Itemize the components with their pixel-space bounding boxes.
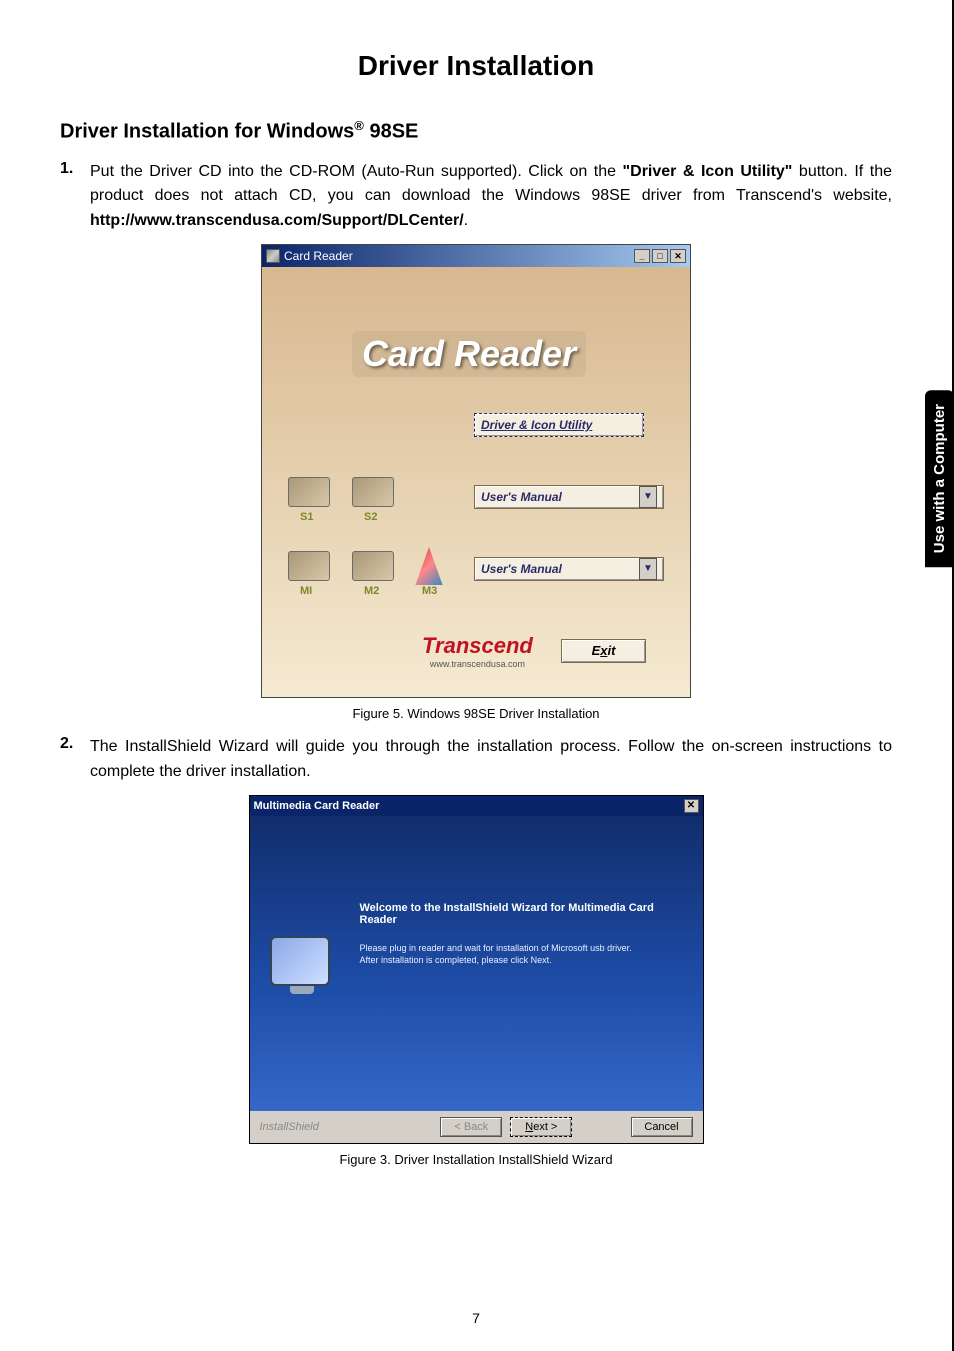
is-body: Welcome to the InstallShield Wizard for … — [250, 816, 703, 1111]
manual-dropdown-1[interactable]: User's Manual ▼ — [474, 485, 664, 509]
manual-2-label: User's Manual — [481, 562, 562, 576]
figure-2-caption: Figure 3. Driver Installation InstallShi… — [60, 1152, 892, 1167]
installshield-window: Multimedia Card Reader ✕ Welcome to the … — [249, 795, 704, 1144]
minimize-button[interactable]: _ — [634, 249, 650, 263]
is-msg-2: After installation is completed, please … — [360, 954, 683, 966]
subtitle-prefix: Driver Installation for Windows — [60, 121, 354, 143]
is-titlebar: Multimedia Card Reader ✕ — [250, 796, 703, 816]
transcend-brand: Transcend www.transcendusa.com — [422, 633, 533, 669]
brand-name: Transcend — [422, 633, 533, 659]
next-rest: ext > — [533, 1121, 557, 1133]
exit-prefix: E — [592, 643, 601, 658]
dropdown-arrow-icon[interactable]: ▼ — [639, 558, 657, 580]
step-1-url: http://www.transcendusa.com/Support/DLCe… — [90, 212, 464, 229]
page-title: Driver Installation — [60, 50, 892, 82]
manual-1-label: User's Manual — [481, 490, 562, 504]
step-2-number: 2. — [60, 735, 90, 753]
app-icon — [266, 249, 280, 263]
step-2-text: The InstallShield Wizard will guide you … — [90, 735, 892, 785]
step-1-c: . — [464, 212, 468, 229]
exit-button[interactable]: Exit — [561, 639, 646, 663]
next-button[interactable]: Next > — [510, 1117, 572, 1137]
window-title: Card Reader — [284, 249, 634, 263]
card-reader-banner: Card Reader — [352, 331, 586, 377]
is-headline: Welcome to the InstallShield Wizard for … — [360, 902, 683, 926]
registered-symbol: ® — [354, 118, 364, 133]
page-number: 7 — [0, 1310, 952, 1326]
is-footer-brand: InstallShield — [260, 1121, 319, 1133]
card-reader-body: Card Reader Driver & Icon Utility User's… — [262, 267, 690, 697]
manual-dropdown-2[interactable]: User's Manual ▼ — [474, 557, 664, 581]
brand-url: www.transcendusa.com — [422, 659, 533, 669]
is-msg-1: Please plug in reader and wait for insta… — [360, 942, 683, 954]
next-underline: N — [525, 1121, 533, 1133]
maximize-button[interactable]: □ — [652, 249, 668, 263]
monitor-icon — [270, 936, 330, 986]
slot-m3-label: M3 — [422, 585, 437, 597]
side-tab: Use with a Computer — [925, 390, 954, 567]
back-button: < Back — [440, 1117, 502, 1137]
exit-suffix: it — [607, 643, 615, 658]
slot-m1-icon — [288, 551, 330, 581]
slot-s1-icon — [288, 477, 330, 507]
figure-1-caption: Figure 5. Windows 98SE Driver Installati… — [60, 706, 892, 721]
is-window-title: Multimedia Card Reader — [254, 800, 684, 812]
subtitle-suffix: 98SE — [369, 121, 418, 143]
card-reader-window: Card Reader _ □ ✕ Card Reader Driver & I… — [261, 244, 691, 698]
slot-s2-icon — [352, 477, 394, 507]
is-close-button[interactable]: ✕ — [684, 799, 699, 813]
cancel-button[interactable]: Cancel — [631, 1117, 693, 1137]
slot-m1-label: MI — [300, 585, 312, 597]
step-1-text: Put the Driver CD into the CD-ROM (Auto-… — [90, 160, 892, 234]
driver-icon-utility-button[interactable]: Driver & Icon Utility — [474, 413, 644, 437]
slot-m2-label: M2 — [364, 585, 379, 597]
slot-m2-icon — [352, 551, 394, 581]
is-footer: InstallShield < Back Next > Cancel — [250, 1111, 703, 1143]
section-subtitle: Driver Installation for Windows® 98SE — [60, 118, 892, 144]
slot-s2-label: S2 — [364, 511, 377, 523]
slot-s1-label: S1 — [300, 511, 313, 523]
dropdown-arrow-icon[interactable]: ▼ — [639, 486, 657, 508]
step-1-a: Put the Driver CD into the CD-ROM (Auto-… — [90, 163, 623, 180]
slot-m3-icon — [412, 547, 446, 585]
close-button[interactable]: ✕ — [670, 249, 686, 263]
titlebar: Card Reader _ □ ✕ — [262, 245, 690, 267]
step-1-number: 1. — [60, 160, 90, 178]
step-1-bold: "Driver & Icon Utility" — [623, 163, 793, 180]
